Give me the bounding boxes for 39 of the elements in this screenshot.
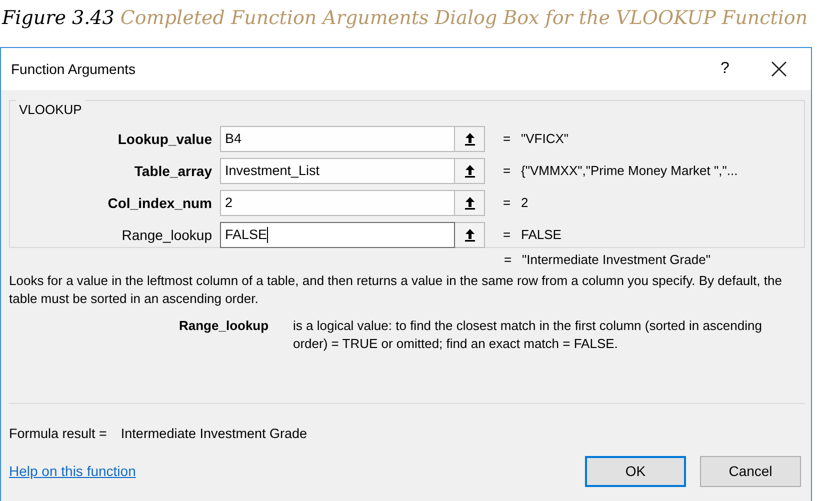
equals-sign: =	[503, 226, 512, 244]
argument-field[interactable]: FALSE	[220, 222, 455, 248]
equals-sign: =	[503, 162, 512, 180]
up-arrow-icon	[464, 196, 476, 210]
argument-label: Col_index_num	[106, 194, 213, 212]
argument-description: is a logical value: to find the closest match in the first column (sorted in ascending order) = TRUE or omitted; find an exact match = FALSE.	[293, 317, 763, 352]
help-button[interactable]: ?	[715, 57, 735, 81]
function-description: Looks for a value in the leftmost column of a table, and then returns a value in the same row from a column you specify. By default, the table must be sorted in an ascending order.	[8, 272, 783, 308]
equals-sign: =	[504, 251, 513, 270]
function-result: "Intermediate Investment Grade"	[522, 251, 710, 270]
argument-field[interactable]: Investment_List	[220, 158, 455, 184]
collapse-button[interactable]	[455, 126, 485, 152]
collapse-button[interactable]	[455, 158, 485, 184]
collapse-button[interactable]	[455, 190, 485, 216]
argument-result: FALSE	[521, 226, 562, 244]
argument-field[interactable]: B4	[220, 126, 455, 152]
argument-label: Lookup_value	[116, 130, 213, 149]
window-title: Function Arguments	[11, 60, 137, 79]
up-arrow-icon	[464, 164, 476, 178]
ok-button[interactable]: OK	[585, 456, 686, 487]
equals-sign: =	[503, 194, 512, 212]
collapse-button[interactable]	[455, 222, 485, 248]
argument-label: Range_lookup	[120, 226, 213, 245]
argument-result: 2	[521, 194, 528, 212]
up-arrow-icon	[464, 228, 476, 242]
argument-result: "VFICX"	[521, 130, 569, 148]
formula-result-label: Formula result =	[9, 424, 107, 443]
argument-name: Range_lookup	[178, 317, 270, 336]
equals-sign: =	[503, 130, 512, 148]
argument-result: {"VMMXX","Prime Money Market ","...	[521, 162, 738, 180]
help-link[interactable]: Help on this function	[9, 461, 585, 482]
figure-title: Completed Function Arguments Dialog Box for the VLOOKUP Function	[120, 7, 808, 29]
figure-number: Figure 3.43	[2, 7, 114, 29]
argument-label: Table_array	[133, 162, 213, 181]
formula-result-value: Intermediate Investment Grade	[120, 424, 308, 443]
cancel-button[interactable]: Cancel	[700, 456, 801, 487]
argument-field[interactable]: 2	[220, 190, 455, 216]
close-icon[interactable]	[771, 61, 787, 77]
up-arrow-icon	[464, 132, 476, 146]
